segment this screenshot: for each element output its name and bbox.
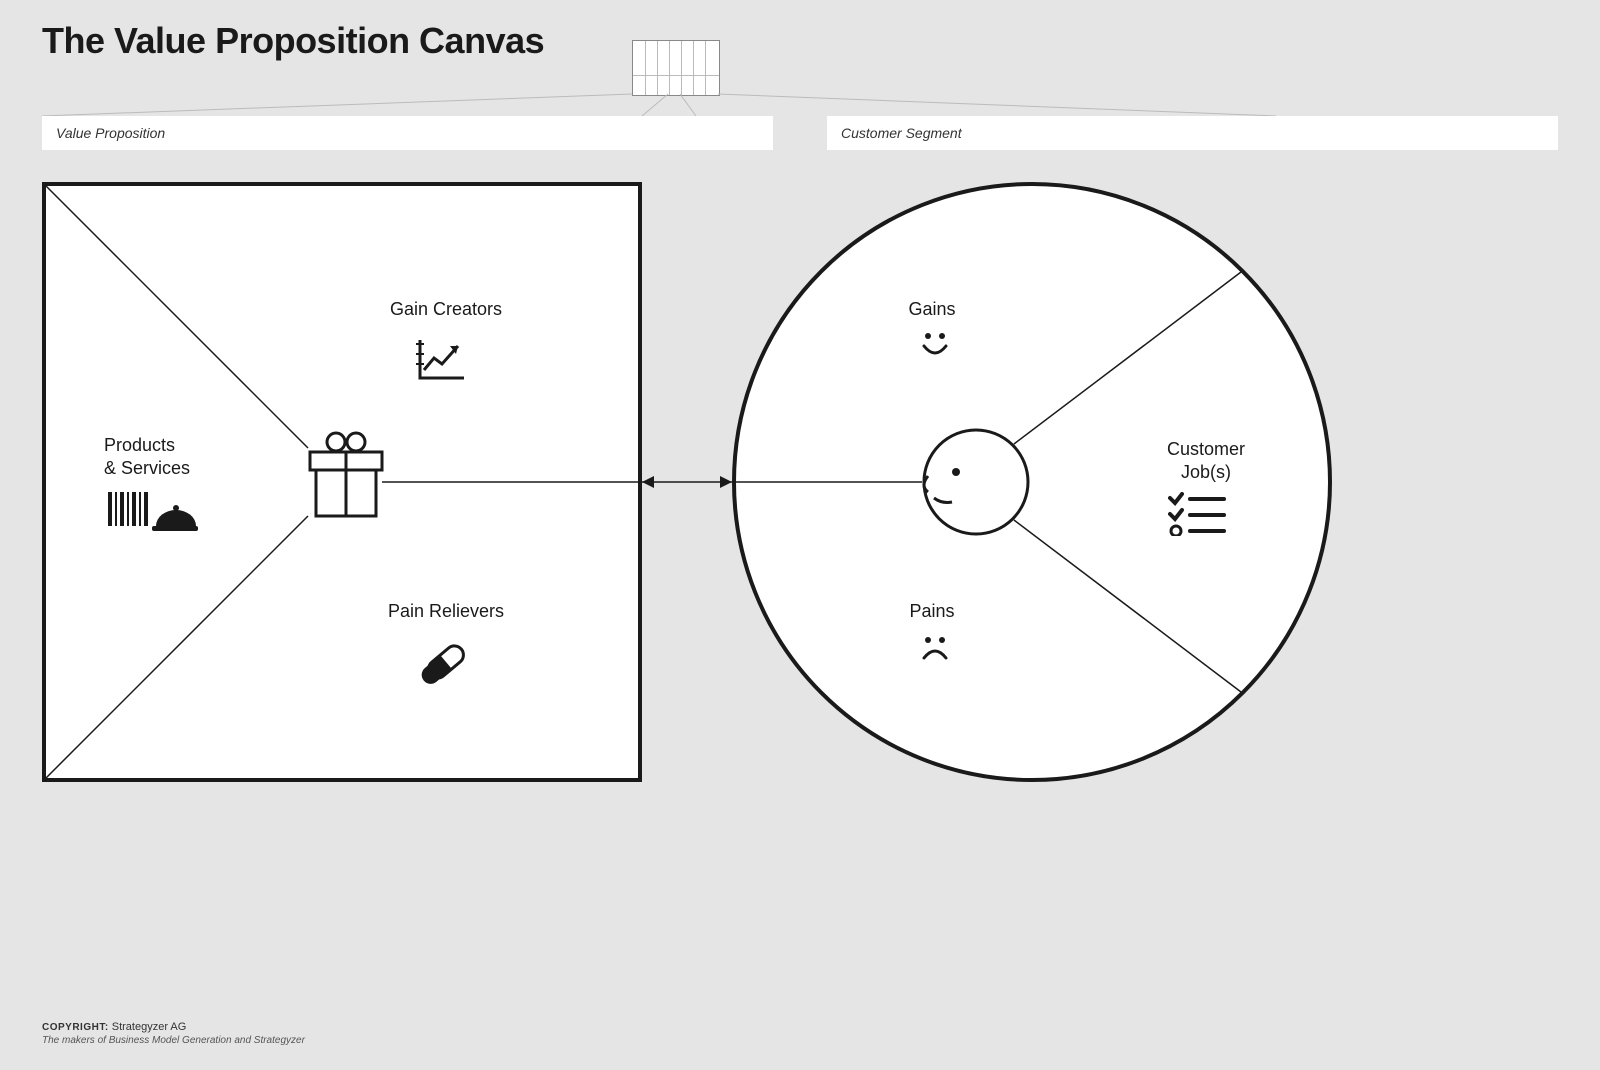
face-profile-icon (920, 426, 1032, 543)
copyright-label: copyright: (42, 1022, 109, 1033)
value-map-square: Gain Creators Products & Services (42, 182, 642, 782)
barcode-cloche-icon (108, 488, 198, 541)
label-gain-creators: Gain Creators (346, 298, 546, 321)
gift-icon (306, 430, 386, 527)
header-bars: Value Proposition Customer Segment (42, 116, 1558, 150)
label-gains: Gains (872, 298, 992, 321)
pill-icon (420, 636, 472, 693)
page-title: The Value Proposition Canvas (42, 20, 544, 62)
chart-up-icon (414, 336, 468, 389)
checklist-icon (1168, 492, 1228, 541)
label-pain-relievers: Pain Relievers (346, 600, 546, 623)
page: The Value Proposition Canvas Value Propo… (0, 0, 1600, 1070)
header-customer-segment: Customer Segment (827, 116, 1558, 150)
frown-icon (918, 634, 952, 667)
mini-canvas-thumbnail (632, 40, 720, 96)
label-pains: Pains (872, 600, 992, 623)
label-customer-jobs: Customer Job(s) (1136, 438, 1276, 483)
smile-icon (918, 330, 952, 363)
label-products-services: Products & Services (104, 434, 234, 479)
copyright-org: Strategyzer AG (112, 1021, 187, 1033)
copyright-subline: The makers of Business Model Generation … (42, 1035, 305, 1046)
footer: copyright: Strategyzer AG The makers of … (42, 1021, 305, 1046)
header-value-proposition: Value Proposition (42, 116, 773, 150)
canvas-body: Gain Creators Products & Services (42, 182, 1558, 910)
customer-profile-circle: Gains Pains Customer Job(s) (732, 182, 1332, 782)
